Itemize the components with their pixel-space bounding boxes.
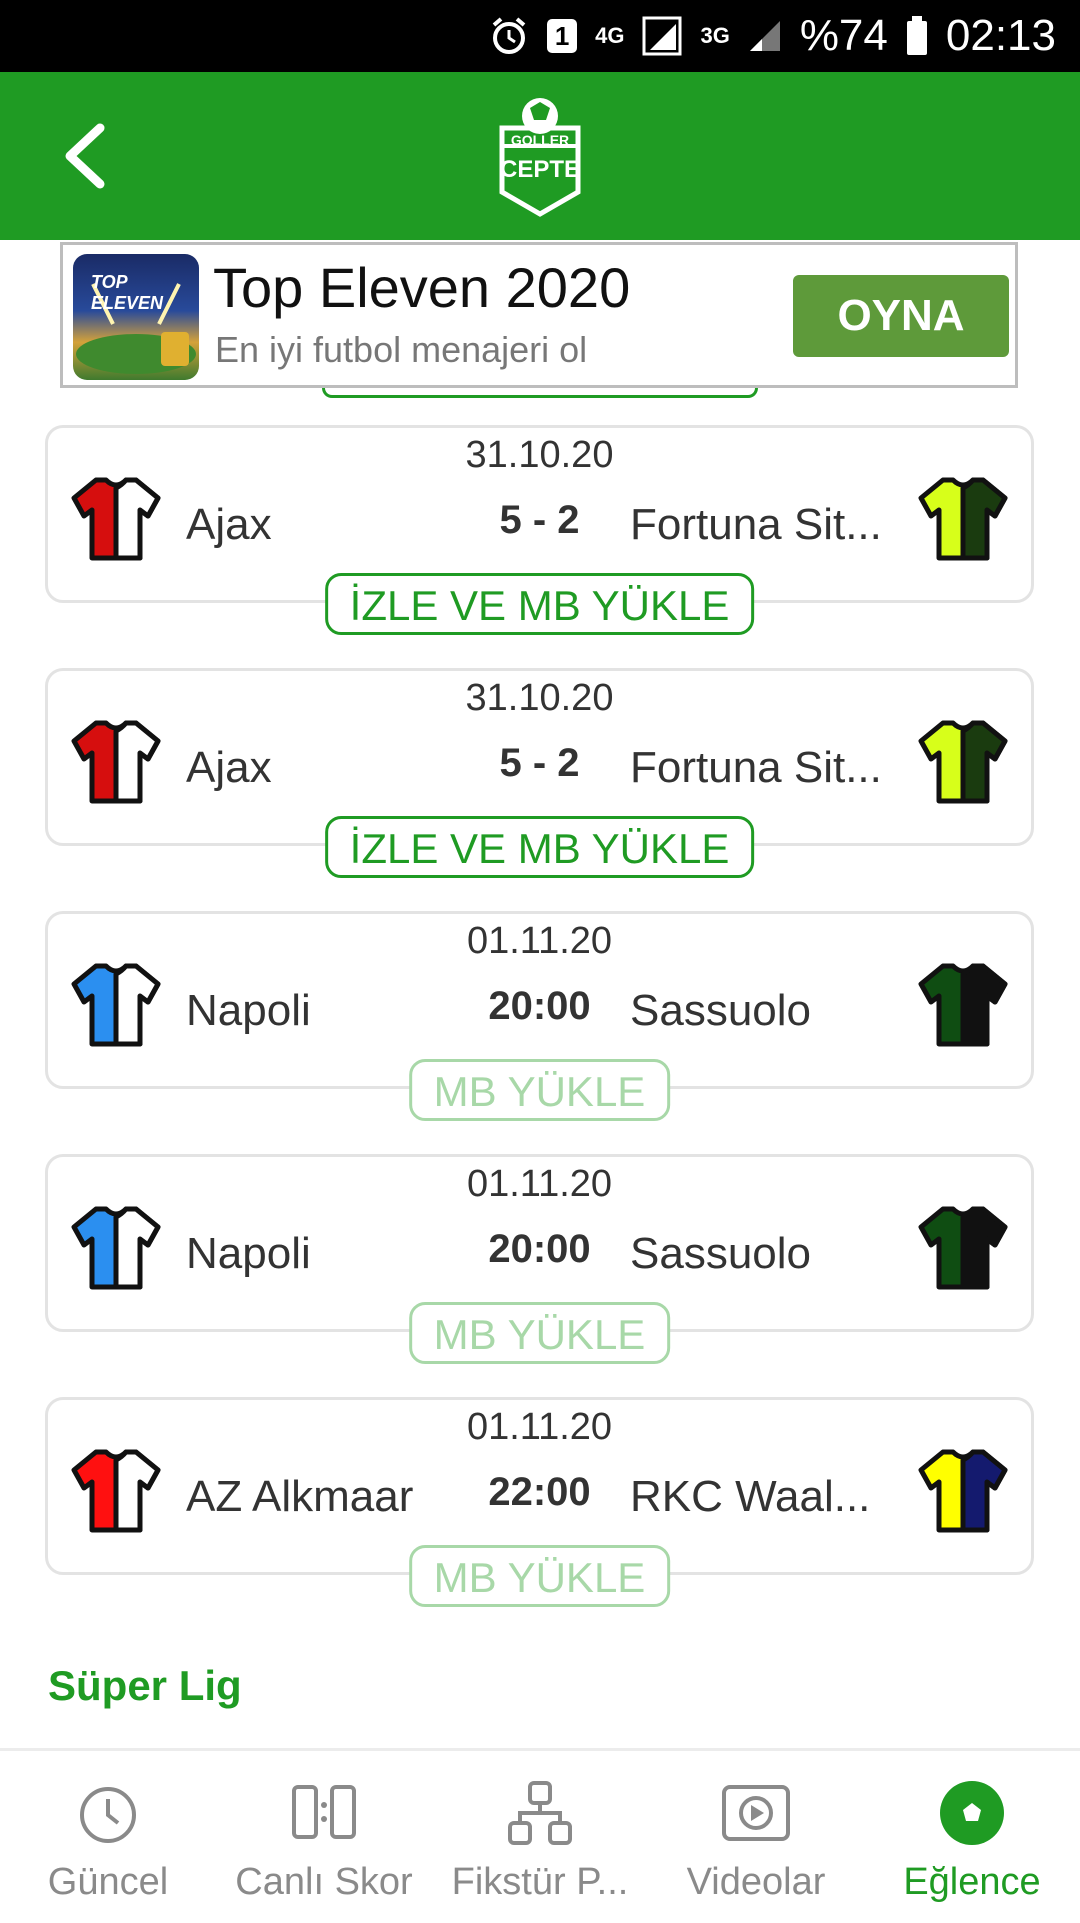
nav-label-eglence: Eğlence xyxy=(903,1861,1041,1903)
hidden-action-button-edge xyxy=(322,388,758,398)
match-card[interactable]: 01.11.20 Napoli 20:00 Sassuolo MB YÜKLE xyxy=(45,1154,1034,1364)
nav-item-videolar[interactable]: Videolar xyxy=(648,1751,864,1923)
match-card[interactable]: 01.11.20 Napoli 20:00 Sassuolo MB YÜKLE xyxy=(45,911,1034,1121)
logo-text-goller: GOLLER xyxy=(510,132,570,148)
status-bar: 1 4G 3G %74 02:13 xyxy=(0,0,1080,72)
match-date: 31.10.20 xyxy=(465,677,614,719)
nav-item-guncel[interactable]: Güncel xyxy=(0,1751,216,1923)
nav-label-guncel: Güncel xyxy=(47,1861,169,1903)
signal-weak-icon xyxy=(748,19,782,53)
match-card[interactable]: 31.10.20 Ajax 5 - 2 Fortuna Sit... İZLE VE M… xyxy=(45,425,1034,635)
logo-text-cepte: CEPTE xyxy=(499,156,580,183)
league-section-title[interactable]: Süper Lig xyxy=(48,1662,242,1710)
battery-percent: %74 xyxy=(799,11,888,60)
away-team-name: Sassuolo xyxy=(630,986,812,1035)
network-3g-label: 3G xyxy=(700,23,730,48)
ad-play-button[interactable]: OYNA xyxy=(793,275,1009,357)
bottom-navigation: Güncel Canlı Skor Fikstür P... Videolar xyxy=(0,1748,1080,1920)
match-date: 01.11.20 xyxy=(466,1406,613,1448)
match-action-button[interactable]: MB YÜKLE xyxy=(408,1059,671,1121)
away-team-name: Sassuolo xyxy=(630,1229,812,1278)
ad-title: Top Eleven 2020 xyxy=(213,256,631,319)
nav-item-fikstur[interactable]: Fikstür P... xyxy=(432,1751,648,1923)
match-score: 22:00 xyxy=(488,1470,591,1514)
battery-icon xyxy=(906,16,928,56)
nav-item-canli-skor[interactable]: Canlı Skor xyxy=(216,1751,432,1923)
network-4g-indicator: 4G xyxy=(595,23,624,49)
football-icon xyxy=(940,1781,1004,1845)
ad-app-icon: TOP ELEVEN xyxy=(73,254,199,380)
nav-item-eglence[interactable]: Eğlence xyxy=(864,1751,1080,1923)
match-score: 20:00 xyxy=(488,984,591,1028)
back-arrow-icon xyxy=(65,123,105,189)
away-jersey-icon xyxy=(918,1206,1008,1290)
nav-label-fikstur: Fikstür P... xyxy=(451,1861,629,1903)
away-jersey xyxy=(917,476,1009,562)
away-jersey-icon xyxy=(918,477,1008,561)
away-jersey-icon xyxy=(918,1449,1008,1533)
away-jersey xyxy=(917,1448,1009,1534)
away-team-name: RKC Waal... xyxy=(630,1472,871,1521)
sim-badge: 1 xyxy=(547,19,578,53)
away-jersey xyxy=(917,719,1009,805)
match-action-button[interactable]: MB YÜKLE xyxy=(408,1302,671,1364)
match-action-button[interactable]: MB YÜKLE xyxy=(408,1545,671,1607)
match-date: 01.11.20 xyxy=(466,1163,613,1205)
signal-icon xyxy=(642,16,682,56)
nav-label-videolar: Videolar xyxy=(686,1861,826,1903)
ad-banner[interactable]: TOP ELEVEN Top Eleven 2020 En iyi futbol… xyxy=(60,242,1018,388)
match-card[interactable]: 01.11.20 AZ Alkmaar 22:00 RKC Waal... MB YÜK… xyxy=(45,1397,1034,1607)
match-action-button[interactable]: İZLE VE MB YÜKLE xyxy=(324,816,755,878)
match-card[interactable]: 31.10.20 Ajax 5 - 2 Fortuna Sit... İZLE VE M… xyxy=(45,668,1034,878)
ad-app-icon-label: TOP ELEVEN xyxy=(91,272,164,313)
back-button[interactable] xyxy=(50,116,130,196)
match-score: 5 - 2 xyxy=(499,498,580,542)
video-icon xyxy=(722,1785,790,1841)
away-team-name: Fortuna Sit... xyxy=(630,743,882,792)
scoreboard-icon xyxy=(292,1785,356,1839)
alarm-icon xyxy=(489,16,529,56)
match-action-button[interactable]: İZLE VE MB YÜKLE xyxy=(324,573,755,635)
fixture-icon xyxy=(508,1781,572,1845)
match-date: 01.11.20 xyxy=(466,920,613,962)
app-bar: GOLLER CEPTE xyxy=(0,72,1080,240)
clock-icon xyxy=(80,1787,136,1843)
ad-subtitle: En iyi futbol menajeri ol xyxy=(215,329,588,370)
network-4g-label: 4G xyxy=(595,23,625,48)
away-team-name: Fortuna Sit... xyxy=(630,500,882,549)
match-date: 31.10.20 xyxy=(465,434,614,476)
match-score: 20:00 xyxy=(488,1227,591,1271)
match-score: 5 - 2 xyxy=(499,741,580,785)
clock-time: 02:13 xyxy=(945,11,1056,60)
app-logo: GOLLER CEPTE xyxy=(496,94,584,218)
away-jersey-icon xyxy=(918,963,1008,1047)
nav-label-canli-skor: Canlı Skor xyxy=(235,1861,413,1903)
away-jersey xyxy=(917,962,1009,1048)
away-jersey xyxy=(917,1205,1009,1291)
away-jersey-icon xyxy=(918,720,1008,804)
